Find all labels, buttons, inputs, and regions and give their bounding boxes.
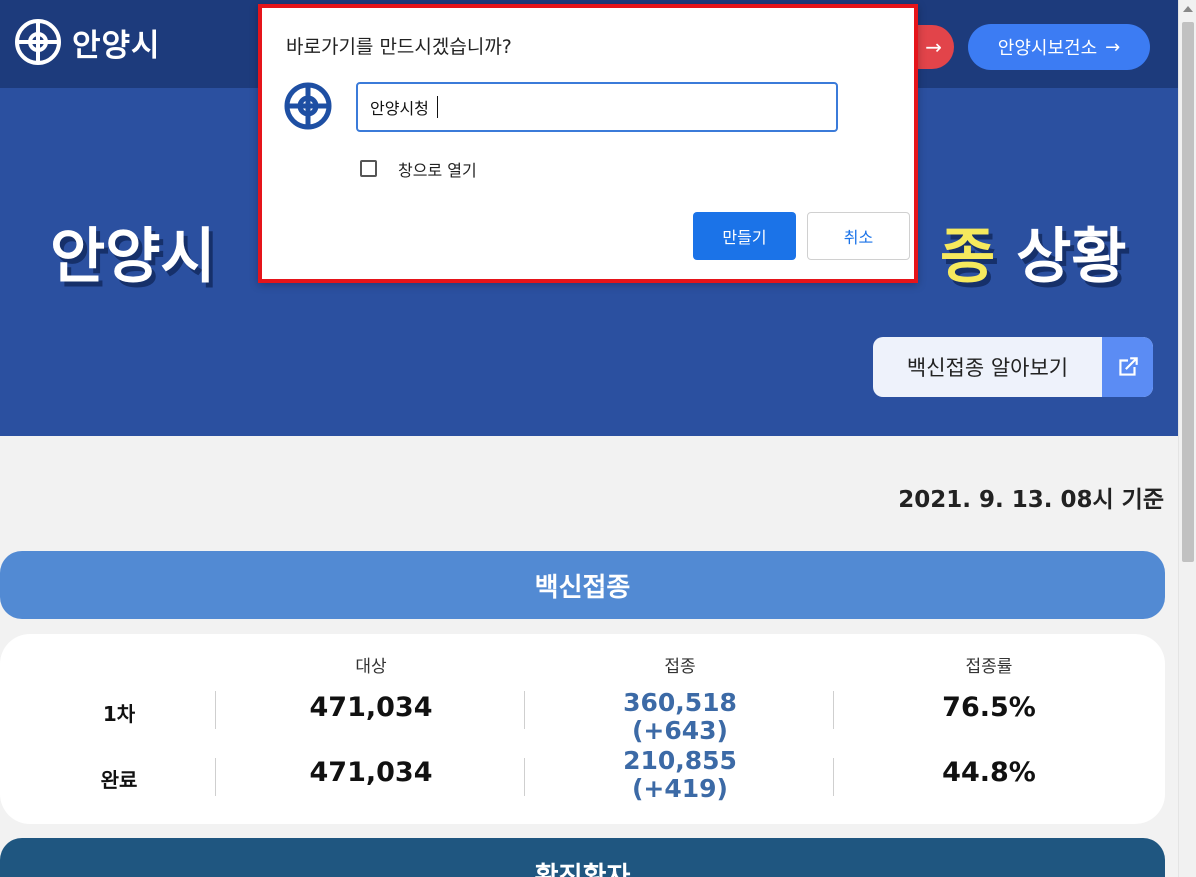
divider — [833, 758, 834, 796]
cell-target: 471,034 — [309, 757, 433, 788]
cell-rate: 44.8% — [942, 757, 1036, 788]
hero-title: 안양시 종 상황 — [50, 208, 1127, 295]
vaccine-info-label: 백신접종 알아보기 — [906, 356, 1069, 380]
col-header-done: 접종 — [664, 657, 696, 677]
divider — [524, 691, 525, 729]
divider — [215, 758, 216, 796]
site-logo[interactable]: 안양시 — [14, 18, 161, 66]
scroll-up-arrow-icon[interactable] — [1183, 6, 1193, 12]
hero-title-left: 안양시 — [50, 222, 216, 292]
shortcut-name-input[interactable]: 안양시청 — [356, 82, 838, 132]
create-button[interactable]: 만들기 — [693, 212, 796, 260]
cancel-button[interactable]: 취소 — [807, 212, 910, 260]
col-header-target: 대상 — [355, 657, 387, 677]
cell-done-delta: (+419) — [632, 774, 728, 803]
page-scrollbar[interactable] — [1178, 0, 1196, 877]
hero-title-tail: 종 상황 — [940, 208, 1127, 295]
shortcut-name-value: 안양시청 — [370, 99, 429, 118]
open-as-window-label[interactable]: 창으로 열기 — [398, 157, 477, 181]
dialog-title: 바로가기를 만드시겠습니까? — [286, 36, 512, 58]
site-favicon-icon — [284, 82, 332, 130]
cell-done: 210,855 (+419) — [580, 747, 780, 803]
vaccine-section-header: 백신접종 — [0, 551, 1165, 619]
external-link-icon — [1102, 337, 1153, 397]
hero-title-highlight: 종 — [940, 222, 996, 292]
logo-text: 안양시 — [72, 27, 161, 64]
arrow-right-icon: → — [1105, 36, 1121, 58]
health-center-label: 안양시보건소 — [997, 38, 1098, 59]
col-header-rate: 접종률 — [965, 657, 1013, 677]
text-caret — [436, 96, 438, 118]
as-of-date: 2021. 9. 13. 08시 기준 — [898, 487, 1164, 513]
cell-done: 360,518 (+643) — [580, 689, 780, 745]
cell-rate: 76.5% — [942, 692, 1036, 723]
divider — [524, 758, 525, 796]
health-center-button[interactable]: 안양시보건소 → — [968, 24, 1150, 70]
divider — [215, 691, 216, 729]
arrow-right-icon: → — [925, 35, 942, 59]
create-shortcut-dialog: 바로가기를 만드시겠습니까? 안양시청 창으로 열기 만들기 취소 — [258, 4, 918, 283]
hero-title-right: 상황 — [1016, 222, 1127, 292]
anyang-emblem-icon — [15, 19, 61, 65]
scroll-thumb[interactable] — [1182, 22, 1194, 562]
cell-done-delta: (+643) — [632, 716, 728, 745]
open-as-window-checkbox[interactable] — [360, 160, 377, 177]
row-label-first-dose: 1차 — [102, 702, 136, 726]
cell-done-value: 210,855 — [623, 746, 737, 775]
row-label-complete: 완료 — [100, 768, 138, 792]
divider — [833, 691, 834, 729]
confirmed-section-header: 확진환자 — [0, 838, 1165, 877]
vaccine-info-link[interactable]: 백신접종 알아보기 — [873, 337, 1153, 397]
cell-target: 471,034 — [309, 692, 433, 723]
cell-done-value: 360,518 — [623, 688, 737, 717]
